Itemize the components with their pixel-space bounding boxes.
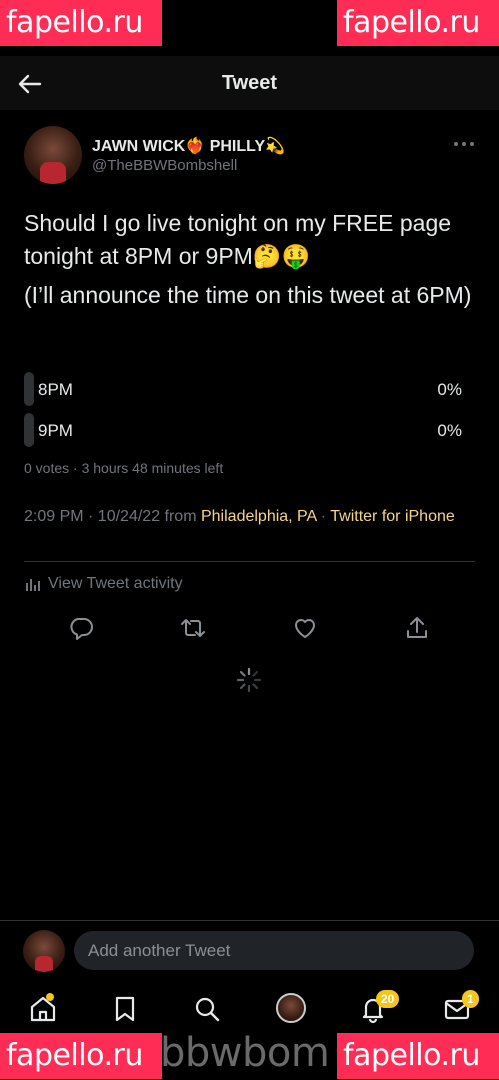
poll-bar <box>24 372 34 406</box>
view-tweet-activity-button[interactable]: View Tweet activity <box>24 575 183 593</box>
poll-option-2[interactable]: 9PM 0% <box>24 413 462 447</box>
search-icon <box>195 997 220 1022</box>
watermark-bottom-right: fapello.ru <box>337 1033 499 1079</box>
poll-option-label: 9PM <box>38 421 73 440</box>
divider <box>24 561 475 562</box>
watermark-bottom-text: bbwbom <box>160 1030 330 1076</box>
tab-profile-avatar[interactable] <box>276 993 306 1023</box>
tweet-text-paragraph-1: Should I go live tonight on my FREE page… <box>24 210 452 269</box>
location-link[interactable]: Philadelphia, PA <box>201 508 316 525</box>
poll-option-1[interactable]: 8PM 0% <box>24 372 462 406</box>
separator: · <box>316 508 331 525</box>
retweet-button[interactable] <box>179 614 207 642</box>
reply-button[interactable] <box>67 614 95 642</box>
poll-option-percent: 0% <box>437 421 462 440</box>
page-title: Tweet <box>221 72 278 94</box>
notifications-badge: 20 <box>376 990 400 1008</box>
add-tweet-input[interactable] <box>74 931 474 970</box>
poll-option-percent: 0% <box>437 380 462 399</box>
tweet-time: 2:09 PM · 10/24/22 from <box>24 508 201 525</box>
loading-spinner <box>236 667 262 693</box>
spinner-icon <box>236 667 262 693</box>
watermark-top-right: fapello.ru <box>337 0 499 46</box>
poll-option-label: 8PM <box>38 380 73 399</box>
tweet-text-paragraph-2: (I’ll announce the time on this tweet at… <box>24 282 472 308</box>
share-button[interactable] <box>403 614 431 642</box>
author-avatar[interactable] <box>24 126 82 184</box>
activity-icon <box>26 579 40 591</box>
tab-search[interactable] <box>192 994 222 1024</box>
source-link[interactable]: Twitter for iPhone <box>330 508 455 525</box>
reply-avatar <box>23 930 65 972</box>
poll-bar <box>24 413 34 447</box>
share-icon <box>407 617 427 638</box>
activity-label: View Tweet activity <box>48 575 183 592</box>
bookmark-icon <box>115 996 135 1022</box>
watermark-bottom-left: fapello.ru <box>0 1033 162 1079</box>
author-handle[interactable]: @TheBBWBombshell <box>92 157 237 174</box>
home-notification-dot <box>46 993 54 1001</box>
watermark-top-left: fapello.ru <box>0 0 162 46</box>
tweet-timestamp: 2:09 PM · 10/24/22 from Philadelphia, PA… <box>24 506 464 528</box>
messages-badge: 1 <box>462 990 479 1008</box>
tab-bookmarks[interactable] <box>110 994 140 1024</box>
poll-meta: 0 votes · 3 hours 48 minutes left <box>24 460 224 476</box>
author-display-name[interactable]: JAWN WICK❤️‍🔥 PHILLY💫 <box>92 136 285 156</box>
more-icon <box>454 142 474 146</box>
like-button[interactable] <box>291 614 319 642</box>
retweet-icon <box>181 619 205 637</box>
tweet-body: Should I go live tonight on my FREE page… <box>24 207 479 318</box>
top-header: Tweet <box>0 56 499 110</box>
more-options-button[interactable] <box>452 136 476 152</box>
reply-icon <box>70 618 93 640</box>
like-icon <box>295 619 315 638</box>
